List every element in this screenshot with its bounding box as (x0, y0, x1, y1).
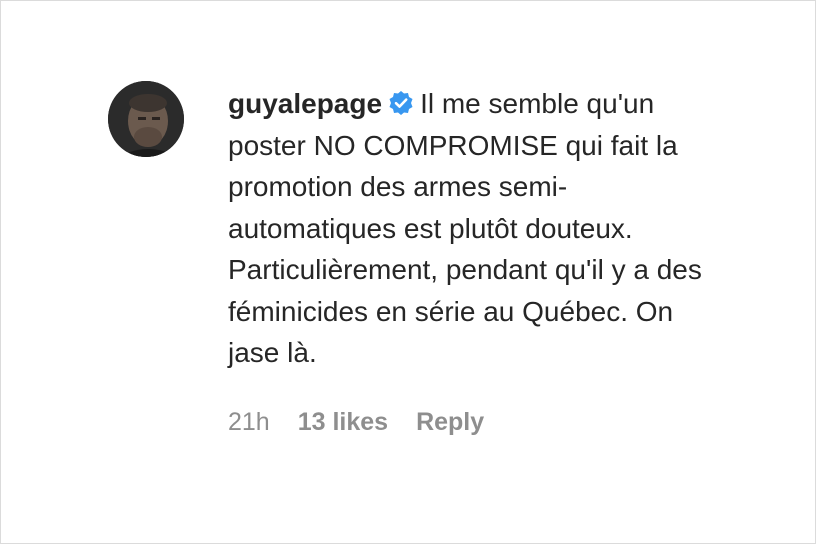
username-link[interactable]: guyalepage (228, 88, 382, 119)
avatar-image (108, 81, 184, 157)
comment-text: Il me semble qu'un poster NO COMPROMISE … (228, 88, 702, 368)
comment-card: guyalepage Il me semble qu'un poster NO … (0, 0, 816, 544)
avatar[interactable] (108, 81, 184, 157)
verified-badge-icon (389, 91, 413, 115)
likes-count[interactable]: 13 likes (298, 408, 388, 436)
reply-button[interactable]: Reply (416, 408, 484, 436)
comment-meta: 21h 13 likes Reply (228, 408, 512, 437)
comment-time[interactable]: 21h (228, 408, 270, 436)
comment-body: guyalepage Il me semble qu'un poster NO … (228, 83, 708, 374)
